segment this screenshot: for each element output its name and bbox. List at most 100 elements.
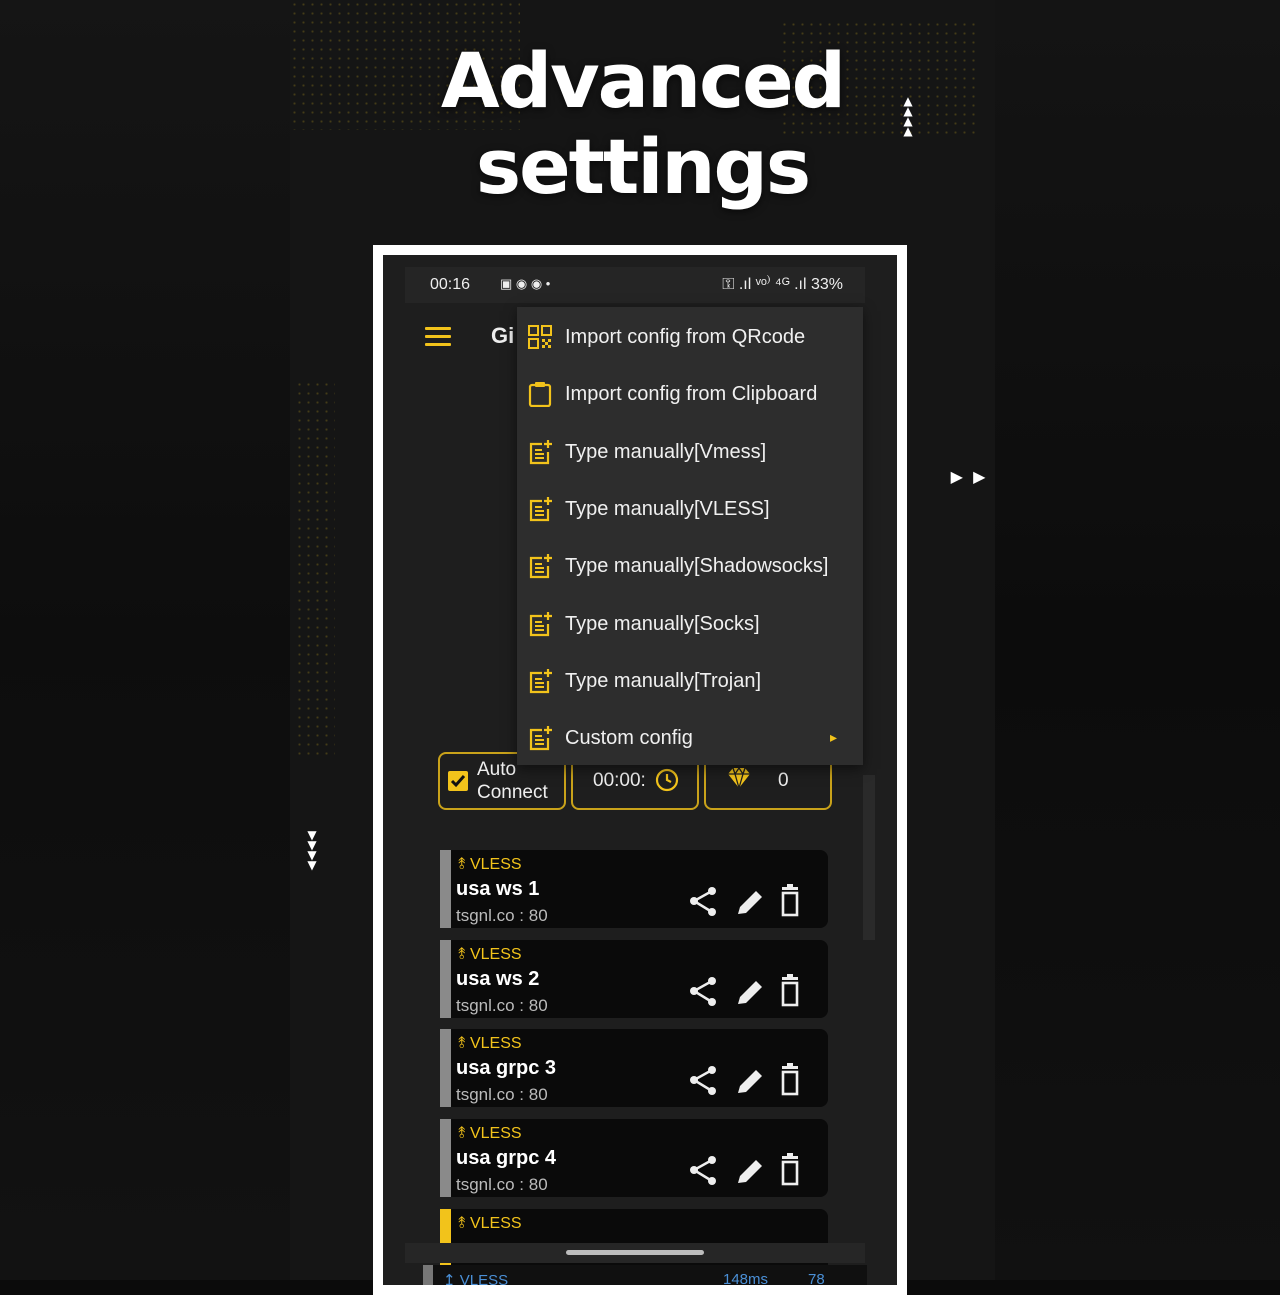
edit-icon — [738, 891, 762, 914]
server-protocol: ⥉ VLESS — [458, 946, 522, 964]
delete-icon — [781, 1153, 799, 1186]
server-card[interactable]: ⥉ VLESS usa grpc 4 tsgnl.co : 80 — [440, 1119, 828, 1198]
server-card[interactable]: ⥉ VLESS usa ws 1 tsgnl.co : 80 — [440, 850, 828, 928]
protocol-icon: ⥉ — [458, 945, 470, 963]
protocol-icon: ⥉ — [458, 856, 470, 873]
server-protocol-label: VLESS — [469, 945, 522, 963]
server-address: tsgnl.co : 80 — [456, 1085, 548, 1105]
down-arrows-icon: ▼ ▼ ▼ ▼ — [307, 828, 317, 872]
note-add-icon — [527, 553, 553, 579]
delete-icon — [781, 1063, 799, 1096]
auto-connect-label-1: Auto — [477, 759, 517, 780]
status-right-indicators: ⚿ .ıl ᵛᵒ⁾ ⁴ᴳ .ıl 33% — [722, 276, 843, 293]
server-selection-bar — [440, 850, 451, 928]
protocol-icon: ⥉ — [458, 1035, 470, 1053]
right-arrows-icon: ▶ ▶ — [950, 467, 986, 486]
menu-item[interactable]: Type manually[VLESS] — [517, 482, 863, 538]
partial-row-latency: 148ms — [723, 1271, 769, 1285]
note-add-icon — [527, 725, 553, 751]
timer-value: 00:00: — [593, 770, 646, 791]
delete-icon — [781, 884, 799, 917]
server-protocol: ⥉ VLESS — [458, 1215, 522, 1233]
server-card[interactable]: ⥉ VLESS usa grpc 3 tsgnl.co : 80 — [440, 1029, 828, 1108]
points-value: 0 — [778, 770, 789, 791]
menu-item-label: Type manually[Trojan] — [565, 669, 762, 692]
partial-server-row[interactable]: ↥ VLESS 148ms 78 — [423, 1265, 867, 1285]
menu-item-label: Custom config — [565, 727, 693, 750]
server-protocol-label: VLESS — [469, 856, 522, 873]
edit-icon — [738, 1070, 762, 1094]
auto-connect-label-2: Connect — [477, 782, 548, 803]
scrollbar[interactable] — [863, 775, 875, 940]
share-icon — [690, 887, 716, 916]
server-actions[interactable] — [678, 973, 818, 1008]
server-card[interactable]: ⥉ VLESS usa ws 2 tsgnl.co : 80 — [440, 939, 828, 1018]
server-name: usa grpc 4 — [456, 1147, 557, 1170]
checkbox-checked-icon[interactable] — [447, 770, 469, 792]
server-actions[interactable] — [678, 1063, 818, 1097]
note-add-icon — [527, 439, 553, 465]
note-add-icon — [527, 611, 553, 637]
menu-item[interactable]: Type manually[Shadowsocks] — [517, 539, 863, 595]
menu-item[interactable]: Type manually[Vmess] — [517, 425, 863, 481]
app-title: Gi — [491, 323, 515, 348]
partial-row-count: 78 — [808, 1271, 825, 1285]
server-name: usa ws 2 — [456, 967, 540, 990]
server-protocol-label: VLESS — [469, 1214, 522, 1232]
server-protocol-label: VLESS — [469, 1125, 522, 1143]
hamburger-menu-icon[interactable] — [425, 327, 451, 351]
status-notification-icons: ▣ ◉ ◉ • — [500, 276, 551, 291]
server-name: usa ws 1 — [456, 878, 540, 900]
menu-item-label: Type manually[VLESS] — [565, 497, 770, 520]
clock-icon — [655, 768, 679, 792]
submenu-chevron-icon: ▸ — [829, 729, 837, 746]
server-name: usa grpc 3 — [456, 1057, 557, 1080]
menu-item[interactable]: Type manually[Trojan] — [517, 654, 863, 710]
menu-item-label: Import config from Clipboard — [565, 383, 818, 406]
server-protocol: ⥉ VLESS — [458, 1125, 522, 1143]
menu-item[interactable]: Type manually[Socks] — [517, 597, 863, 653]
edit-icon — [738, 1160, 762, 1184]
server-address: tsgnl.co : 80 — [456, 1175, 548, 1195]
diamond-icon — [728, 766, 750, 790]
server-selection-bar — [440, 1029, 451, 1108]
clipboard-icon — [527, 381, 553, 408]
protocol-icon: ⥉ — [458, 1214, 470, 1232]
share-icon — [690, 976, 716, 1006]
share-icon — [690, 1156, 716, 1186]
menu-item-label: Import config from QRcode — [565, 326, 806, 348]
menu-item-label: Type manually[Vmess] — [565, 440, 767, 463]
phone-screen: 00:16 ▣ ◉ ◉ • ⚿ .ıl ᵛᵒ⁾ ⁴ᴳ .ıl 33% Gi Au… — [383, 255, 897, 1285]
server-actions[interactable] — [678, 1153, 818, 1187]
qr-icon — [527, 324, 553, 350]
note-add-icon — [527, 496, 553, 522]
menu-item-label: Type manually[Shadowsocks] — [565, 555, 829, 578]
server-protocol: ⥉ VLESS — [458, 1035, 522, 1053]
headline-line-1: Advanced — [440, 36, 846, 125]
background-left — [0, 0, 290, 1280]
server-protocol: ⥉ VLESS — [458, 856, 522, 874]
dot-pattern — [295, 380, 335, 760]
protocol-icon: ⥉ — [458, 1125, 470, 1143]
menu-item[interactable]: Import config from QRcode — [517, 310, 863, 366]
share-icon — [690, 1066, 716, 1096]
server-address: tsgnl.co : 80 — [456, 995, 548, 1015]
partial-row-protocol: ↥ VLESS — [443, 1272, 509, 1285]
menu-item-label: Type manually[Socks] — [565, 612, 760, 635]
up-arrows-icon: ▲ ▲ ▲ ▲ — [903, 94, 913, 138]
home-indicator[interactable] — [566, 1250, 704, 1255]
background-right — [995, 0, 1280, 1280]
status-bar: 00:16 ▣ ◉ ◉ • ⚿ .ıl ᵛᵒ⁾ ⁴ᴳ .ıl 33% — [405, 267, 865, 303]
headline-line-2: settings — [475, 122, 811, 211]
note-add-icon — [527, 668, 553, 694]
server-address: tsgnl.co : 80 — [456, 906, 548, 925]
delete-icon — [781, 973, 799, 1006]
server-actions[interactable] — [678, 884, 818, 918]
menu-item[interactable]: Custom config ▸ — [517, 711, 863, 767]
status-time: 00:16 — [430, 276, 471, 293]
server-selection-bar — [440, 939, 451, 1018]
server-protocol-label: VLESS — [469, 1035, 522, 1053]
server-selection-bar — [440, 1119, 451, 1198]
menu-item[interactable]: Import config from Clipboard — [517, 367, 863, 423]
edit-icon — [738, 980, 762, 1004]
